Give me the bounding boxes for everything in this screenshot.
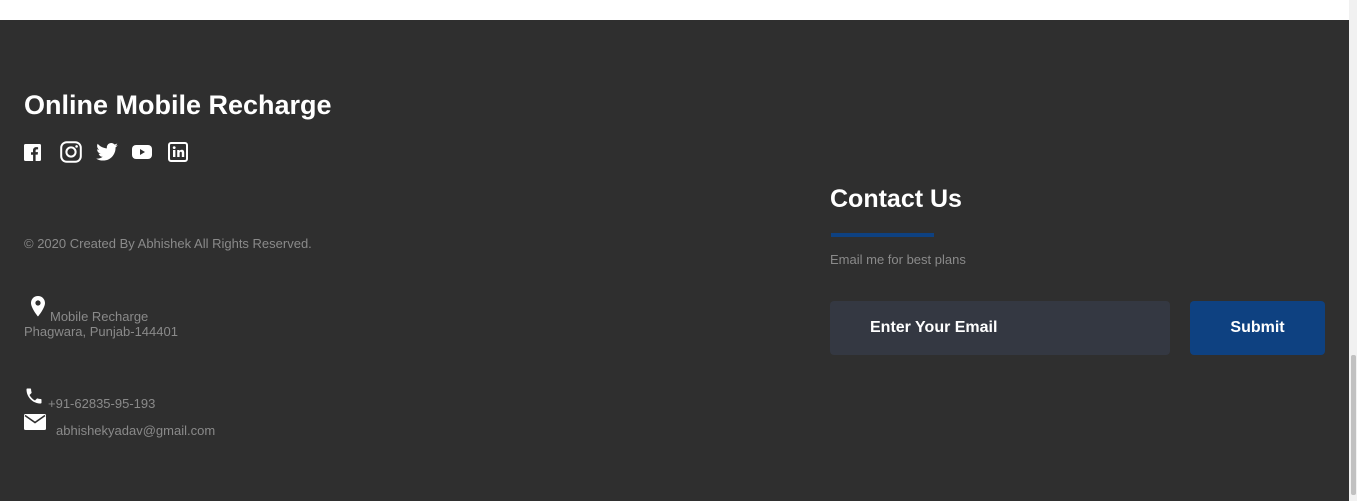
- contact-title-underline: [831, 233, 934, 237]
- contact-title: Contact Us: [830, 185, 962, 213]
- twitter-icon[interactable]: [96, 140, 132, 164]
- submit-button[interactable]: Submit: [1190, 301, 1325, 355]
- address-line-2: Phagwara, Punjab-144401: [24, 324, 178, 339]
- email-input[interactable]: [830, 301, 1170, 355]
- phone-row: +91-62835-95-193: [24, 386, 155, 411]
- phone-icon: [24, 386, 48, 406]
- address-block: Mobile Recharge Phagwara, Punjab-144401: [24, 295, 178, 340]
- social-links: [24, 140, 204, 164]
- youtube-icon[interactable]: [132, 140, 168, 164]
- copyright-text: © 2020 Created By Abhishek All Rights Re…: [24, 236, 312, 251]
- location-pin-icon: [24, 295, 50, 321]
- scrollbar-thumb[interactable]: [1351, 355, 1356, 495]
- phone-number[interactable]: +91-62835-95-193: [48, 396, 155, 412]
- address-line-1: Mobile Recharge: [50, 309, 149, 324]
- email-row: abhishekyadav@gmail.com: [24, 414, 215, 438]
- brand-title: Online Mobile Recharge: [24, 90, 332, 120]
- instagram-icon[interactable]: [60, 140, 96, 164]
- facebook-icon[interactable]: [24, 140, 60, 164]
- envelope-icon: [24, 414, 56, 432]
- contact-subtitle: Email me for best plans: [830, 252, 966, 267]
- page-top-strip: [0, 0, 1349, 20]
- email-address[interactable]: abhishekyadav@gmail.com: [56, 423, 215, 439]
- linkedin-icon[interactable]: [168, 140, 204, 164]
